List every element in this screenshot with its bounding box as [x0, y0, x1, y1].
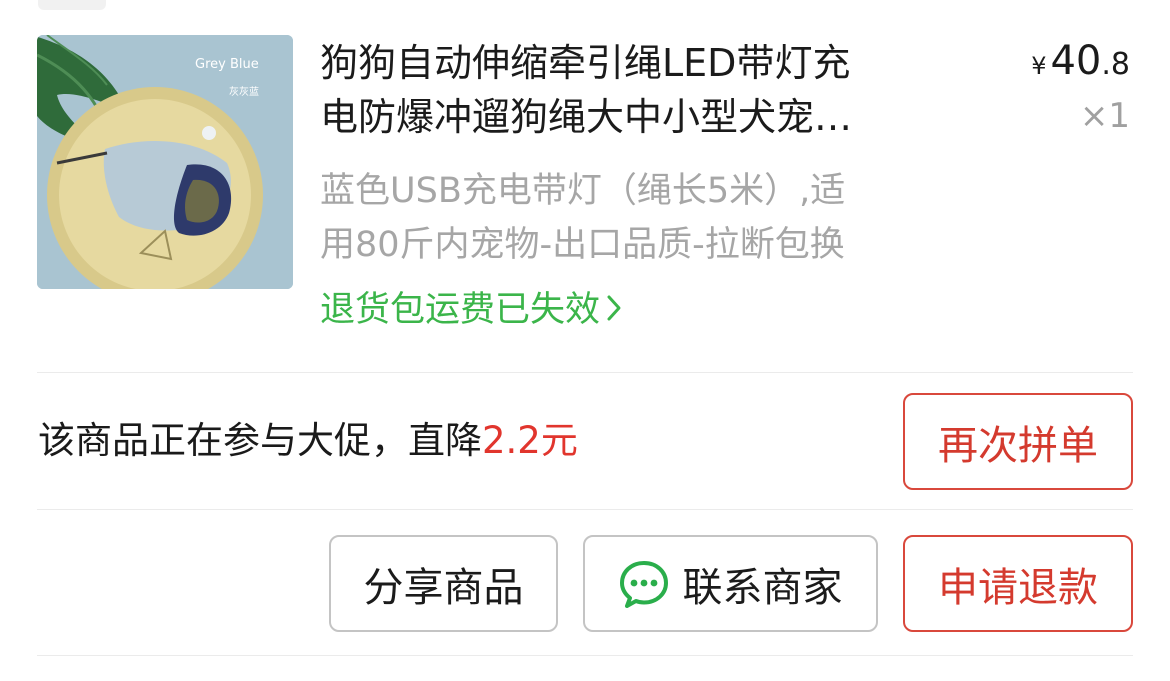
previous-item-edge — [38, 0, 106, 10]
promo-notice: 该商品正在参与大促，直降2.2元 — [38, 412, 578, 470]
product-image[interactable]: Grey Blue 灰灰蓝 — [37, 35, 293, 289]
product-price: ¥40.8 — [1031, 38, 1130, 84]
product-spec-line-2: 用80斤内宠物-出口品质-拉断包换 — [320, 225, 845, 265]
price-decimal: .8 — [1101, 47, 1130, 82]
image-brand-text: Grey Blue — [195, 57, 259, 72]
product-title-line-2: 电防爆冲遛狗绳大中小型犬宠… — [320, 95, 853, 139]
share-product-button[interactable]: 分享商品 — [329, 535, 558, 632]
product-spec-line-1: 蓝色USB充电带灯（绳长5米）,适 — [320, 171, 846, 211]
currency-symbol: ¥ — [1031, 52, 1047, 80]
wechat-icon — [619, 560, 668, 608]
product-photo-illustration: Grey Blue 灰灰蓝 — [37, 35, 293, 289]
reorder-button[interactable]: 再次拼单 — [903, 393, 1133, 490]
promo-amount: 2.2元 — [482, 419, 578, 462]
product-quantity: ×1 — [1079, 96, 1130, 136]
divider — [37, 372, 1133, 373]
return-shipping-link[interactable]: 退货包运费已失效 — [320, 284, 624, 336]
product-spec: 蓝色USB充电带灯（绳长5米）,适 用80斤内宠物-出口品质-拉断包换 — [320, 164, 1000, 272]
contact-seller-label: 联系商家 — [682, 564, 843, 611]
request-refund-label: 申请退款 — [938, 564, 1098, 611]
image-brand-subtext: 灰灰蓝 — [229, 85, 259, 98]
product-title[interactable]: 狗狗自动伸缩牵引绳LED带灯充 电防爆冲遛狗绳大中小型犬宠… — [320, 36, 980, 144]
request-refund-button[interactable]: 申请退款 — [903, 535, 1133, 632]
promo-text: 该商品正在参与大促，直降 — [38, 419, 482, 462]
price-integer: 40 — [1050, 38, 1102, 84]
product-title-line-1: 狗狗自动伸缩牵引绳LED带灯充 — [320, 41, 851, 85]
reorder-label: 再次拼单 — [938, 422, 1098, 469]
chevron-right-icon — [607, 295, 621, 321]
divider — [37, 655, 1133, 656]
contact-seller-button[interactable]: 联系商家 — [583, 535, 878, 632]
return-shipping-text: 退货包运费已失效 — [320, 290, 601, 330]
divider — [37, 509, 1133, 510]
share-product-label: 分享商品 — [363, 564, 524, 611]
